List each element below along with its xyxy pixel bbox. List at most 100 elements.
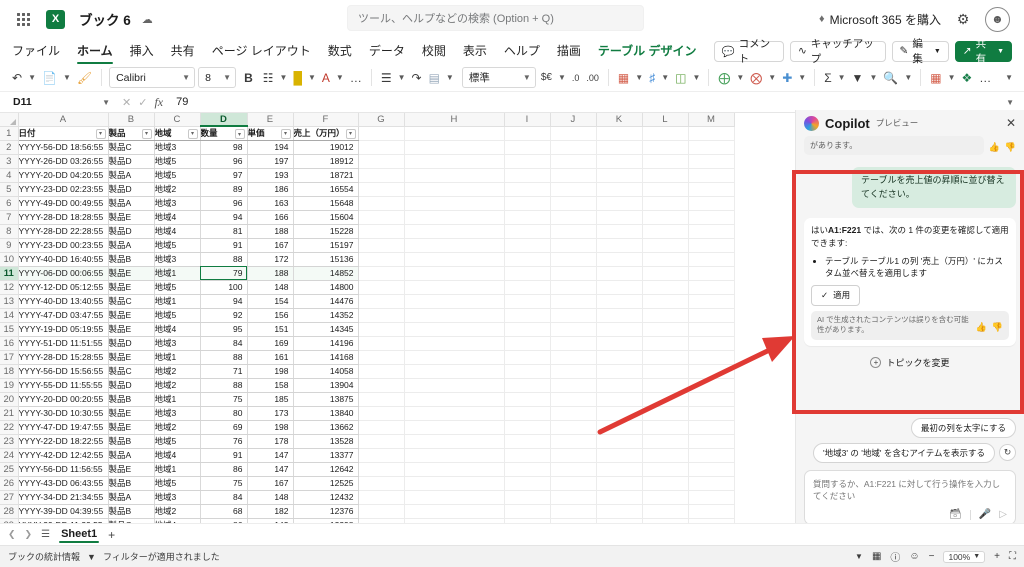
grid-cell[interactable]: 88 [200,350,247,364]
empty-cell[interactable] [642,392,688,406]
grid-cell[interactable]: 13528 [293,434,358,448]
normal-view-icon[interactable]: ▦ [872,551,881,562]
grid-cell[interactable]: 13904 [293,378,358,392]
thumbs-up-icon[interactable]: 👍 [976,321,987,334]
column-header-G[interactable]: G [358,113,404,126]
grid-cell[interactable]: 13662 [293,420,358,434]
row-header-17[interactable]: 17 [0,350,18,364]
empty-cell[interactable] [358,280,404,294]
copilot-ribbon-icon[interactable]: ❖ [960,67,975,88]
grid-cell[interactable]: 地域3 [154,196,200,210]
catchup-button[interactable]: ∿ キャッチアップ [790,41,886,62]
empty-cell[interactable] [404,476,504,490]
empty-cell[interactable] [550,448,596,462]
grid-cell[interactable]: 94 [200,210,247,224]
empty-cell[interactable] [550,462,596,476]
grid-cell[interactable]: 地域5 [154,168,200,182]
grid-cell[interactable]: 161 [247,350,293,364]
zoom-level-select[interactable]: 100% ▼ [943,551,985,563]
change-topic-button[interactable]: + トピックを変更 [804,356,1016,369]
empty-cell[interactable] [404,140,504,154]
empty-cell[interactable] [358,126,404,140]
empty-cell[interactable] [642,462,688,476]
grid-cell[interactable]: 172 [247,252,293,266]
empty-cell[interactable] [550,168,596,182]
grid-cell[interactable]: YYYY-56-DD 18:56:55 [18,140,108,154]
tab-help[interactable]: ヘルプ [504,42,540,61]
comment-button[interactable]: 💬 コメント [714,41,784,62]
currency-format-icon[interactable]: $€ [539,67,554,88]
expand-formula-bar-icon[interactable]: ▼ [1006,98,1014,107]
empty-cell[interactable] [596,504,642,518]
empty-cell[interactable] [358,392,404,406]
grid-cell[interactable]: 製品E [108,420,154,434]
empty-cell[interactable] [404,252,504,266]
grid-cell[interactable]: 14196 [293,336,358,350]
empty-cell[interactable] [504,336,550,350]
empty-cell[interactable] [596,210,642,224]
empty-cell[interactable] [550,266,596,280]
empty-cell[interactable] [404,462,504,476]
grid-cell[interactable]: 地域2 [154,420,200,434]
font-name-select[interactable]: Calibri ▼ [109,67,195,88]
row-header-22[interactable]: 22 [0,420,18,434]
grid-cell[interactable]: YYYY-34-DD 21:34:55 [18,490,108,504]
empty-cell[interactable] [642,252,688,266]
grid-cell[interactable]: 94 [200,294,247,308]
wrap-text-icon[interactable]: ↷ [410,67,424,88]
empty-cell[interactable] [358,308,404,322]
empty-cell[interactable] [642,266,688,280]
empty-cell[interactable] [596,434,642,448]
grid-cell[interactable]: 地域1 [154,266,200,280]
grid-cell[interactable]: 製品E [108,406,154,420]
empty-cell[interactable] [504,126,550,140]
empty-cell[interactable] [550,182,596,196]
empty-cell[interactable] [504,434,550,448]
grid-cell[interactable]: 製品B [108,504,154,518]
empty-cell[interactable] [688,168,734,182]
row-header-6[interactable]: 6 [0,196,18,210]
format-chevron-down-icon[interactable]: ▼ [797,67,807,88]
tab-review[interactable]: 校閲 [422,42,446,61]
grid-cell[interactable]: YYYY-23-DD 00:23:55 [18,238,108,252]
grid-cell[interactable]: 地域3 [154,140,200,154]
empty-cell[interactable] [358,420,404,434]
empty-cell[interactable] [404,126,504,140]
borders-chevron-down-icon[interactable]: ▼ [279,67,289,88]
row-header-18[interactable]: 18 [0,364,18,378]
accessibility-icon[interactable]: ☺ [909,551,919,562]
increase-decimal-icon[interactable]: .00 [584,67,601,88]
empty-cell[interactable] [596,406,642,420]
grid-cell[interactable]: 地域5 [154,434,200,448]
column-header-B[interactable]: B [108,113,154,126]
confirm-icon[interactable]: ✓ [138,96,147,109]
currency-chevron-down-icon[interactable]: ▼ [557,67,567,88]
row-header-19[interactable]: 19 [0,378,18,392]
grid-cell[interactable]: 製品D [108,224,154,238]
grid-cell[interactable]: 製品A [108,196,154,210]
grid-cell[interactable]: 地域5 [154,154,200,168]
grid-cell[interactable]: 194 [247,140,293,154]
grid-cell[interactable]: 88 [200,378,247,392]
app-launcher-icon[interactable] [10,6,36,32]
grid-cell[interactable]: 182 [247,504,293,518]
row-header-28[interactable]: 28 [0,504,18,518]
search-input[interactable]: ツール、ヘルプなどの検索 (Option + Q) [347,5,644,31]
empty-cell[interactable] [404,154,504,168]
empty-cell[interactable] [596,196,642,210]
select-all-corner[interactable] [0,113,18,126]
grid-cell[interactable]: 12376 [293,504,358,518]
add-sheet-icon[interactable]: + [108,528,115,542]
empty-cell[interactable] [358,140,404,154]
filter-dropdown-icon[interactable]: ▾ [235,129,245,139]
status-chevron-down-icon[interactable]: ▼ [855,552,863,561]
empty-cell[interactable] [642,238,688,252]
empty-cell[interactable] [404,238,504,252]
grid-cell[interactable]: YYYY-30-DD 10:30:55 [18,406,108,420]
grid-cell[interactable]: YYYY-51-DD 11:51:55 [18,336,108,350]
empty-cell[interactable] [504,168,550,182]
empty-cell[interactable] [642,364,688,378]
grid-cell[interactable]: 地域5 [154,280,200,294]
empty-cell[interactable] [642,378,688,392]
grid-cell[interactable]: 地域4 [154,224,200,238]
